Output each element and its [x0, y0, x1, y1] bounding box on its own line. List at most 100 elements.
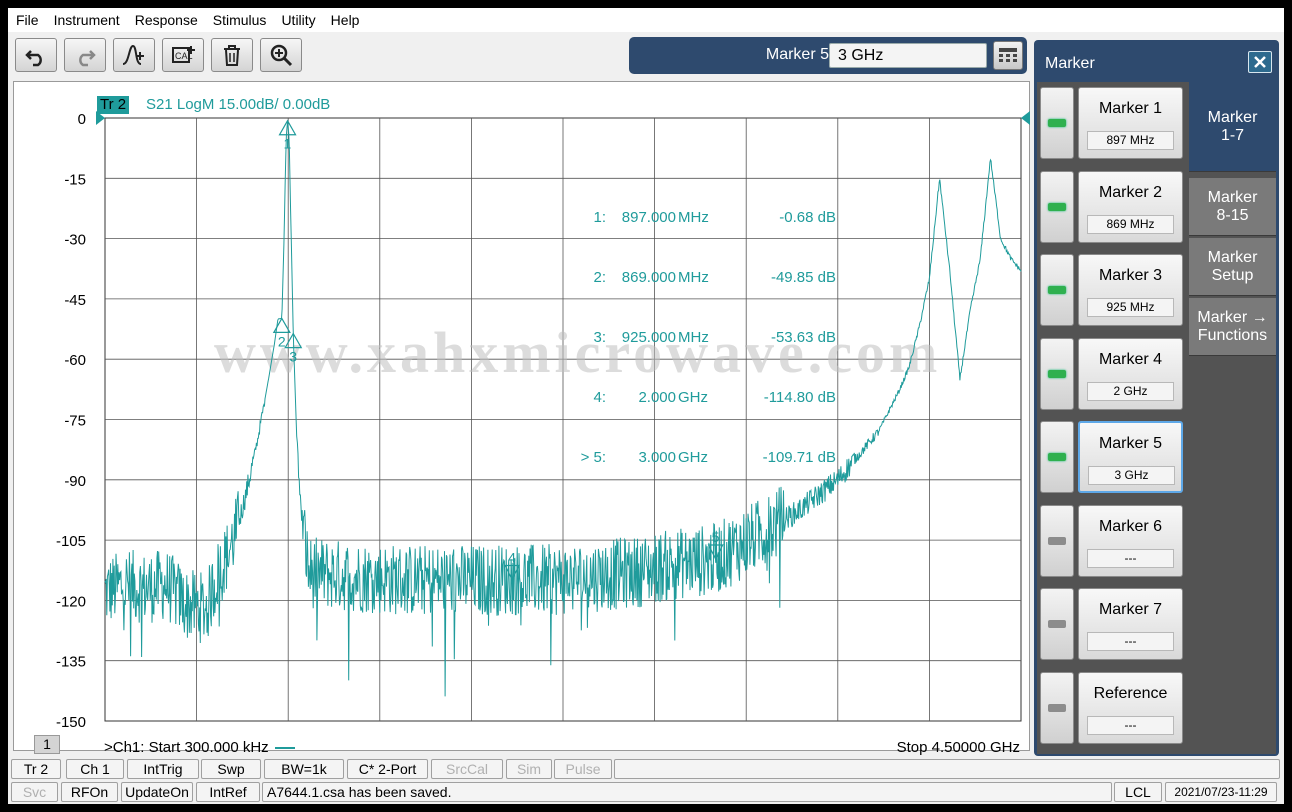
tab-marker-page[interactable]: Marker → Functions [1189, 298, 1276, 356]
marker-select-button[interactable]: Marker 4 2 GHz [1078, 338, 1183, 410]
undo-button[interactable] [15, 38, 57, 72]
marker-table-freqs: 897.000 869.000 925.000 2.000 3.000 [606, 168, 676, 508]
marker-select-button[interactable]: Marker 5 3 GHz [1078, 421, 1183, 493]
stop-frequency[interactable]: Stop 4.50000 GHz [808, 739, 1020, 756]
marker-select-button[interactable]: Reference --- [1078, 672, 1183, 744]
status-button[interactable]: IntTrig [127, 759, 199, 779]
marker-table-unit: GHz [678, 449, 708, 466]
status-indicator[interactable]: RFOn [61, 782, 118, 802]
marker-toggle-button[interactable] [1040, 672, 1074, 744]
status-button[interactable]: Tr 2 [11, 759, 61, 779]
zoom-in-icon [270, 44, 293, 67]
marker-button-value: 2 GHz [1087, 382, 1174, 401]
marker-status-led [1048, 119, 1066, 127]
status-button[interactable]: Ch 1 [66, 759, 124, 779]
menu-response[interactable]: Response [135, 12, 198, 28]
marker-toggle-button[interactable] [1040, 171, 1074, 243]
status-button[interactable]: Pulse [554, 759, 612, 779]
keypad-button[interactable] [993, 41, 1023, 70]
marker-toggle-button[interactable] [1040, 505, 1074, 577]
zoom-button[interactable] [260, 38, 302, 72]
menu-stimulus[interactable]: Stimulus [213, 12, 267, 28]
status-button[interactable]: SrcCal [431, 759, 503, 779]
keypad-icon [999, 47, 1017, 62]
redo-button[interactable] [64, 38, 106, 72]
marker-table-values: -0.68 dB -49.85 dB -53.63 dB -114.80 dB … [714, 168, 836, 508]
status-indicator[interactable]: IntRef [196, 782, 260, 802]
trace-plot[interactable]: 0-15-30-45-60-75-90-105-120-135-150www.x… [14, 82, 1031, 752]
measurement-window[interactable]: 0 -15 -30 -45 -60 -75 -90 -105 -120 -135 -150 www.x… [13, 81, 1030, 751]
marker-table-freq: 869.000 [621, 269, 676, 286]
status-empty [614, 759, 1280, 779]
channel-number[interactable]: 1 [34, 735, 60, 754]
marker-toggle-button[interactable] [1040, 421, 1074, 493]
marker-toggle-button[interactable] [1040, 87, 1074, 159]
marker-entry-label: Marker 5 [765, 46, 829, 63]
marker-select-button[interactable]: Marker 2 869 MHz [1078, 171, 1183, 243]
tab-marker-page[interactable]: Marker 1-7 [1189, 82, 1276, 172]
marker-status-led [1048, 620, 1066, 628]
vna-app-window: File Instrument Response Stimulus Utilit… [8, 8, 1284, 804]
marker-value-input[interactable]: 3 GHz [829, 43, 987, 68]
menu-file[interactable]: File [16, 12, 39, 28]
marker-toggle-button[interactable] [1040, 338, 1074, 410]
marker-row: Reference --- [1037, 667, 1187, 747]
trace-title[interactable]: S21 LogM 15.00dB/ 0.00dB [146, 96, 330, 114]
y-tick-label: -150 [56, 714, 86, 731]
marker-table-value: -53.63 dB [770, 329, 836, 346]
marker-row: Marker 6 --- [1037, 500, 1187, 580]
local-indicator: LCL [1114, 782, 1162, 802]
status-bar-bottom: Svc RFOn UpdateOn IntRef A7644.1.csa has bee… [8, 781, 1284, 803]
status-button[interactable]: BW=1k [264, 759, 344, 779]
y-tick-label: -30 [64, 232, 86, 249]
marker-select-button[interactable]: Marker 7 --- [1078, 588, 1183, 660]
marker-button-value: --- [1087, 549, 1174, 568]
marker-table-freq: 925.000 [621, 329, 676, 346]
status-indicator[interactable]: Svc [11, 782, 58, 802]
y-tick-label: -75 [64, 413, 86, 430]
marker-table-units: MHz MHz MHz GHz GHz [678, 168, 718, 508]
menu-utility[interactable]: Utility [281, 12, 315, 28]
status-indicator[interactable]: UpdateOn [121, 782, 193, 802]
marker-table-value: -114.80 dB [763, 389, 836, 406]
marker-row: Marker 3 925 MHz [1037, 249, 1187, 329]
tab-marker-page[interactable]: Marker 8-15 [1189, 178, 1276, 236]
marker-table-value: -109.71 dB [762, 449, 836, 466]
menu-instrument[interactable]: Instrument [54, 12, 120, 28]
datetime-display: 2021/07/23-11:29 [1165, 782, 1277, 802]
status-button[interactable]: Swp [201, 759, 261, 779]
marker-status-led [1048, 704, 1066, 712]
redo-icon [79, 50, 96, 67]
tab-marker-page[interactable]: Marker Setup [1189, 238, 1276, 296]
marker-select-button[interactable]: Marker 1 897 MHz [1078, 87, 1183, 159]
marker-toggle-button[interactable] [1040, 588, 1074, 660]
marker-select-button[interactable]: Marker 6 --- [1078, 505, 1183, 577]
marker-button-label: Reference [1093, 685, 1168, 702]
marker-button-label: Marker 1 [1098, 100, 1163, 117]
marker-select-button[interactable]: Marker 3 925 MHz [1078, 254, 1183, 326]
start-frequency[interactable]: >Ch1: Start 300.000 kHz [104, 739, 295, 756]
status-button[interactable]: Sim [506, 759, 552, 779]
panel-close-button[interactable] [1248, 51, 1272, 73]
menu-help[interactable]: Help [331, 12, 360, 28]
marker-toggle-button[interactable] [1040, 254, 1074, 326]
marker-row: Marker 5 3 GHz [1037, 416, 1187, 496]
delete-button[interactable] [211, 38, 253, 72]
calibration-button[interactable]: CAL [162, 38, 204, 72]
status-message: A7644.1.csa has been saved. [262, 782, 1112, 802]
y-tick-label: -135 [56, 654, 86, 671]
marker-table-ids: 1: 2: 3: 4: > 5: [566, 168, 606, 508]
marker-label: 2 [278, 333, 286, 349]
marker-table-unit: MHz [678, 269, 709, 286]
marker-table-freq: 2.000 [638, 389, 676, 406]
marker-row: Marker 7 --- [1037, 583, 1187, 663]
start-frequency-text: >Ch1: Start 300.000 kHz [104, 739, 269, 756]
marker-button-label: Marker 2 [1098, 184, 1163, 201]
trace-badge[interactable]: Tr 2 [97, 96, 130, 114]
marker-panel: Marker Marker 1 897 MHz Marker 2 869 MHz Mar… [1034, 40, 1279, 756]
add-marker-button[interactable] [113, 38, 155, 72]
marker-table-id: 2: [593, 269, 606, 286]
status-bar-top: Tr 2 Ch 1 IntTrig Swp BW=1k C* 2-Port SrcCal Si… [8, 758, 1284, 780]
status-button[interactable]: C* 2-Port [347, 759, 428, 779]
marker-label: 3 [289, 349, 297, 365]
